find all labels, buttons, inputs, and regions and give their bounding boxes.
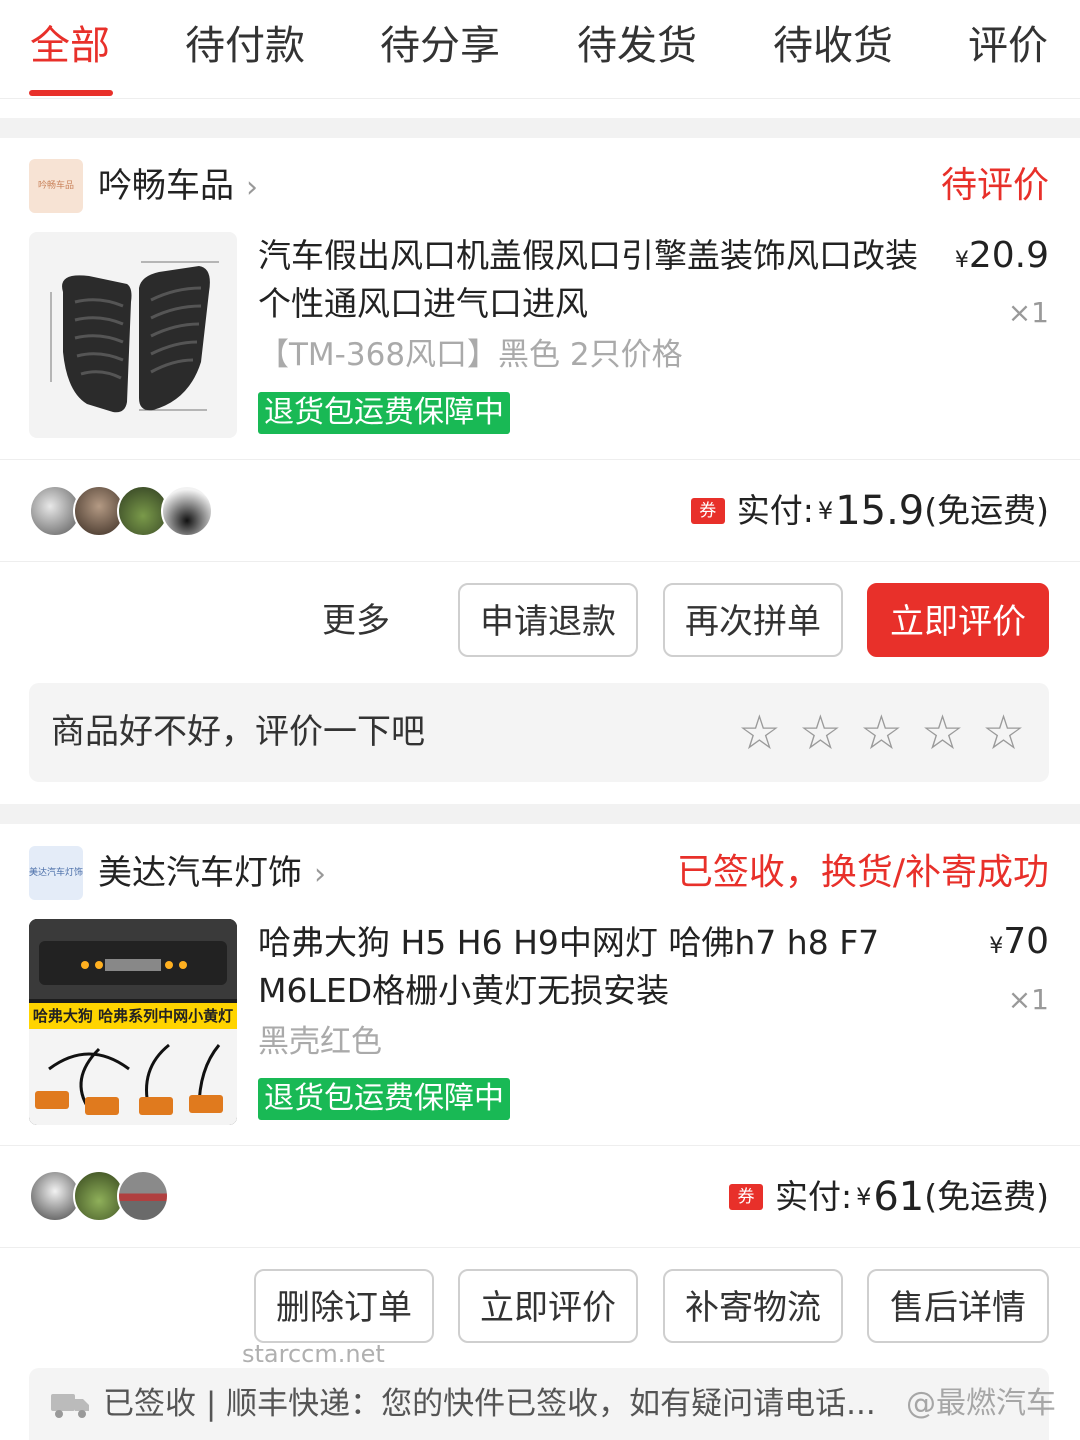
star-outline-icon[interactable]: ☆ [799,709,842,757]
tab-pending-shipment[interactable]: 待发货 [577,20,697,72]
delete-order-button[interactable]: 删除订单 [254,1269,434,1343]
shop-logo[interactable]: 吟畅车品 [29,159,83,213]
shop-logo-text: 吟畅车品 [37,180,74,191]
divider [0,459,1080,460]
avatar [161,485,213,537]
truck-icon [51,1394,89,1418]
avatar [117,1170,169,1222]
section-divider [0,118,1080,138]
divider [0,1247,1080,1248]
shop-name-link[interactable]: 吟畅车品 › [98,164,258,210]
after-sales-details-button[interactable]: 售后详情 [867,1269,1049,1343]
paid-amount: 券 实付: ¥ 61 (免运费) [728,1174,1049,1220]
star-outline-icon[interactable]: ☆ [738,709,781,757]
shipping-guarantee-badge: 退货包运费保障中 [258,392,510,434]
shipping-note: (免运费) [924,1177,1049,1216]
product-quantity: ×1 [1007,983,1049,1016]
coupon-icon: 券 [690,498,725,524]
tab-pending-share[interactable]: 待分享 [380,20,500,72]
chevron-right-icon: › [246,170,258,205]
group-buyer-avatars[interactable] [29,485,213,537]
chevron-right-icon: › [314,857,326,892]
air-vent-image [50,261,219,413]
product-spec: 【TM-368风口】黑色 2只价格 [258,337,683,373]
logistics-status-text: 已签收 | 顺丰快递：您的快件已签收，如有疑问请电话... [103,1386,876,1422]
review-prompt-box[interactable]: 商品好不好，评价一下吧 ☆ ☆ ☆ ☆ ☆ [29,683,1049,782]
tab-review[interactable]: 评价 [968,20,1048,72]
tab-pending-receipt[interactable]: 待收货 [773,20,893,72]
reorder-group-button[interactable]: 再次拼单 [663,583,843,657]
order-status: 已签收，换货/补寄成功 [676,852,1049,893]
author-watermark: @最燃汽车 [906,1386,1056,1421]
product-image-caption: 哈弗大狗 哈弗系列中网小黄灯 [32,1007,234,1025]
shipping-guarantee-badge: 退货包运费保障中 [258,1078,510,1120]
paid-label: 实付: [736,491,814,530]
reship-logistics-button[interactable]: 补寄物流 [663,1269,843,1343]
coupon-icon: 券 [728,1184,763,1210]
review-now-button[interactable]: 立即评价 [458,1269,638,1343]
price-value: 70 [1003,921,1049,962]
order-tabs: 全部 待付款 待分享 待发货 待收货 评价 [0,0,1080,99]
product-price: ¥20.9 [955,234,1049,283]
paid-value: 15.9 [835,488,925,534]
more-button[interactable]: 更多 [322,598,390,644]
currency-symbol: ¥ [954,248,969,273]
paid-value: 61 [873,1174,925,1220]
product-quantity: ×1 [1007,296,1049,329]
tab-pending-payment[interactable]: 待付款 [185,20,305,72]
product-image[interactable]: 哈弗大狗 哈弗系列中网小黄灯 [29,919,237,1125]
tab-all[interactable]: 全部 [30,20,110,72]
active-tab-indicator [29,90,113,96]
product-price: ¥70 [989,920,1049,969]
product-image[interactable] [29,232,237,438]
section-divider [0,804,1080,824]
order-status: 待评价 [940,165,1049,206]
currency-symbol: ¥ [817,497,834,525]
product-title[interactable]: 哈弗大狗 H5 H6 H9中网灯 哈佛h7 h8 F7 M6LED格栅小黄灯无损… [258,919,918,1015]
paid-label: 实付: [774,1177,853,1216]
shop-logo-text: 美达汽车灯饰 [29,867,83,878]
star-outline-icon[interactable]: ☆ [921,709,964,757]
divider [0,1145,1080,1146]
review-now-button[interactable]: 立即评价 [867,583,1049,657]
product-title[interactable]: 汽车假出风口机盖假风口引擎盖装饰风口改装个性通风口进气口进风 [258,232,918,328]
group-buyer-avatars[interactable] [29,1170,169,1222]
paid-amount: 券 实付: ¥ 15.9 (免运费) [690,488,1049,534]
shipping-note: (免运费) [924,491,1049,530]
currency-symbol: ¥ [989,934,1004,959]
logistics-bar[interactable]: 已签收 | 顺丰快递：您的快件已签收，如有疑问请电话... [29,1368,1049,1440]
review-prompt-text: 商品好不好，评价一下吧 [51,712,425,752]
shop-name: 吟畅车品 [98,166,234,206]
star-outline-icon[interactable]: ☆ [860,709,903,757]
product-spec: 黑壳红色 [258,1024,382,1060]
shop-name-link[interactable]: 美达汽车灯饰 › [98,851,326,897]
divider [0,561,1080,562]
request-refund-button[interactable]: 申请退款 [458,583,638,657]
shop-logo[interactable]: 美达汽车灯饰 [29,846,83,900]
site-watermark: starccm.net [242,1340,385,1368]
star-outline-icon[interactable]: ☆ [982,709,1025,757]
currency-symbol: ¥ [856,1183,872,1211]
price-value: 20.9 [968,235,1049,276]
star-rating[interactable]: ☆ ☆ ☆ ☆ ☆ [738,709,1025,757]
shop-name: 美达汽车灯饰 [98,853,302,893]
